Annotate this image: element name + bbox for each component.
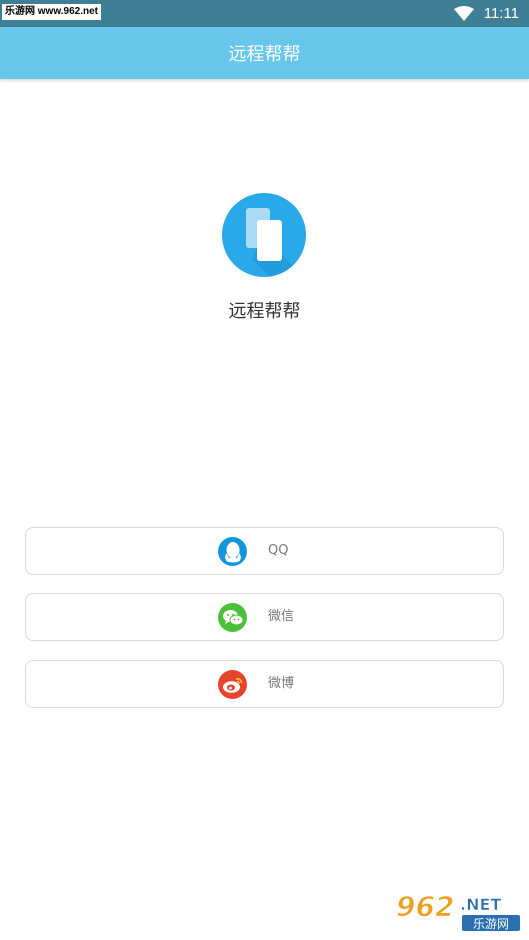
qq-icon (218, 537, 247, 566)
qq-login-label: QQ (268, 543, 289, 558)
svg-text:.NET: .NET (460, 895, 501, 914)
app-bar: 远程帮帮 (0, 27, 529, 79)
weibo-login-label: 微博 (268, 676, 295, 691)
weibo-icon (218, 670, 247, 699)
app-logo (222, 193, 306, 277)
svg-text:962: 962 (396, 890, 454, 923)
clock: 11:11 (483, 5, 519, 22)
phone-copy-icon (246, 208, 306, 277)
app-bar-title: 远程帮帮 (228, 44, 301, 65)
wechat-login-label: 微信 (268, 609, 295, 624)
wechat-icon (218, 603, 247, 632)
wechat-login-button[interactable]: 微信 (25, 593, 504, 641)
qq-login-button[interactable]: QQ (25, 527, 504, 575)
weibo-login-button[interactable]: 微博 (25, 660, 504, 708)
status-bar: 乐游网 www.962.net 11:11 (0, 0, 529, 27)
wifi-icon (453, 5, 474, 21)
app-name: 远程帮帮 (228, 301, 301, 322)
svg-text:乐游网: 乐游网 (473, 917, 509, 931)
status-icons: 11:11 (453, 0, 519, 27)
watermark-text: 乐游网 www.962.net (2, 4, 101, 20)
watermark-logo: 962 .NET 乐游网 (392, 888, 524, 934)
